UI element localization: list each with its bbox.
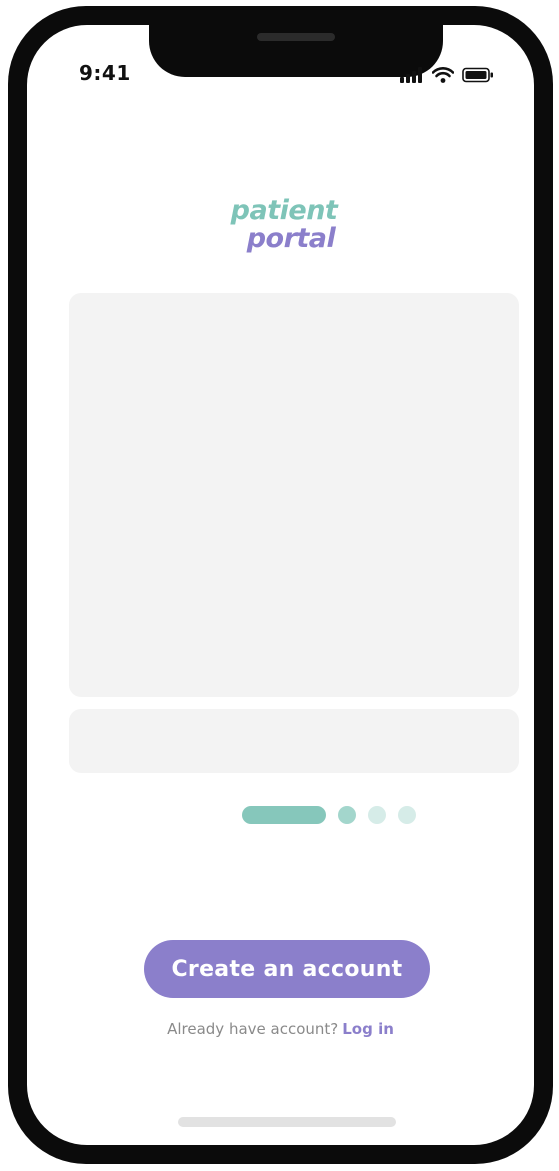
page-dot[interactable] bbox=[368, 806, 386, 824]
login-prompt-text: Already have account? bbox=[167, 1020, 339, 1038]
battery-icon bbox=[462, 67, 493, 83]
onboarding-illustration-placeholder bbox=[69, 293, 519, 697]
page-dot[interactable] bbox=[398, 806, 416, 824]
device-notch bbox=[149, 25, 443, 77]
page-dot-active[interactable] bbox=[242, 806, 326, 824]
create-account-button[interactable]: Create an account bbox=[144, 940, 430, 998]
wifi-icon bbox=[432, 67, 454, 83]
status-icons bbox=[400, 65, 494, 85]
app-screen: 9:41 patient portal Create an account Al… bbox=[27, 25, 534, 1145]
login-prompt-row: Already have account? Log in bbox=[27, 1020, 534, 1038]
speaker-grille bbox=[257, 33, 335, 41]
home-indicator[interactable] bbox=[178, 1117, 396, 1127]
logo-word-portal: portal bbox=[246, 223, 336, 254]
page-dot[interactable] bbox=[338, 806, 356, 824]
page-indicator bbox=[242, 805, 416, 825]
patient-portal-logo: patient portal bbox=[219, 197, 349, 253]
phone-frame: 9:41 patient portal Create an account Al… bbox=[8, 6, 553, 1164]
onboarding-caption-placeholder bbox=[69, 709, 519, 773]
status-time: 9:41 bbox=[79, 61, 131, 85]
signal-icon bbox=[400, 67, 422, 83]
login-link[interactable]: Log in bbox=[342, 1020, 394, 1038]
logo-word-patient: patient bbox=[230, 195, 338, 226]
